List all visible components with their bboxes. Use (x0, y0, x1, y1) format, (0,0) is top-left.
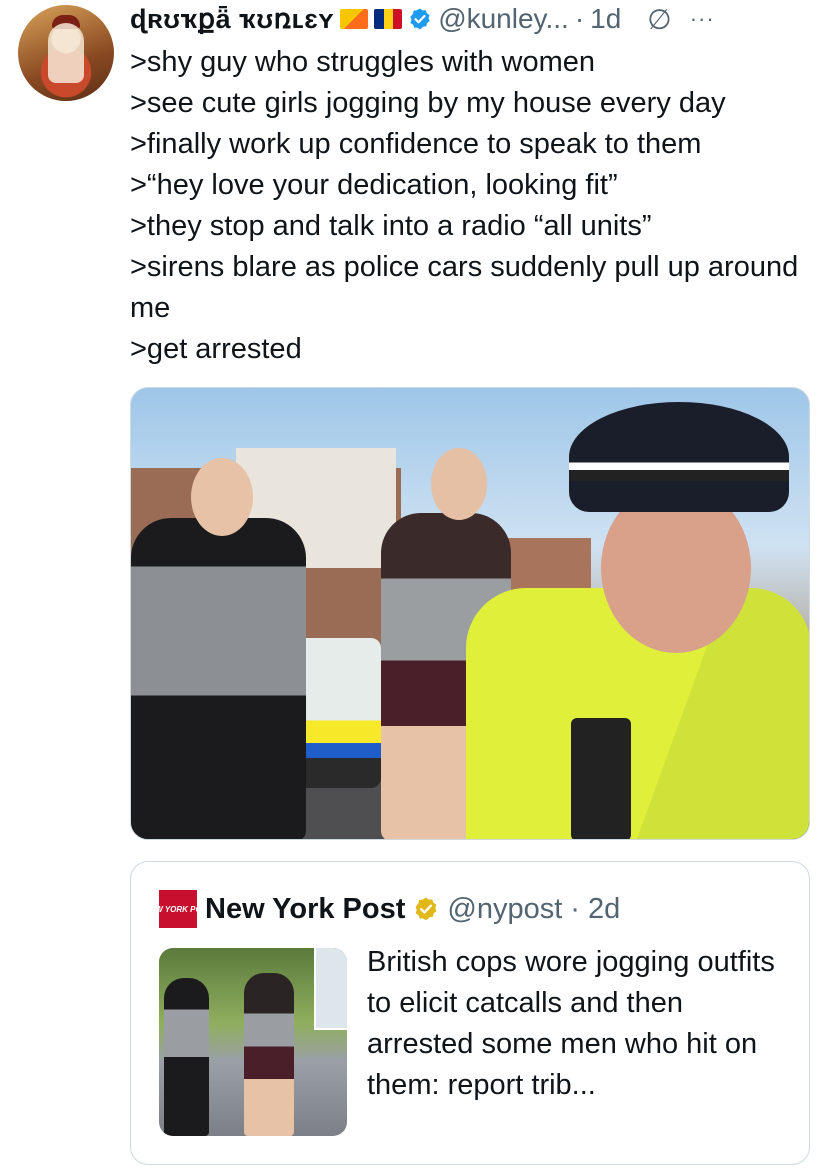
thumb-jogger-left-shape (164, 978, 209, 1136)
jogger-left-head-shape (191, 458, 253, 536)
post-text-line: >see cute girls jogging by my house ever… (130, 87, 726, 119)
quoted-post-thumbnail[interactable] (159, 948, 347, 1136)
post-text: >shy guy who struggles with women >see c… (130, 42, 810, 370)
radio-shape (571, 718, 631, 839)
post-header: ɖʀʊҡքǟ ҡʊռʟɛʏ @kunley... · 1d ∅ ··· (130, 2, 715, 36)
post-text-line: >shy guy who struggles with women (130, 46, 596, 78)
post-text-line: >get arrested (130, 333, 302, 365)
author-name[interactable]: ɖʀʊҡքǟ ҡʊռʟɛʏ (130, 4, 334, 35)
author-avatar[interactable] (18, 5, 114, 101)
quoted-post-time[interactable]: 2d (588, 893, 620, 926)
avatar-figure-shape (48, 23, 84, 83)
post-text-line: >sirens blare as police cars suddenly pu… (130, 251, 799, 324)
author-handle[interactable]: @kunley... (438, 3, 569, 35)
no-edit-icon: ∅ (647, 3, 672, 35)
romania-flag-icon (374, 9, 403, 29)
quoted-post-header: NEW YORK POST New York Post @nypost · 2d (144, 890, 620, 928)
post-text-line: >finally work up confidence to speak to … (130, 128, 702, 160)
more-options-icon[interactable]: ··· (690, 6, 715, 32)
post-time[interactable]: 1d (590, 3, 621, 35)
quoted-author-name[interactable]: New York Post (205, 893, 405, 926)
thumb-inset-officer-shape (314, 948, 347, 1030)
quoted-author-handle[interactable]: @nypost (447, 893, 562, 926)
post-text-line: >“hey love your dedication, looking fit” (130, 169, 618, 201)
gold-verified-badge-icon (415, 897, 437, 921)
jogger-left-shape (131, 518, 306, 839)
separator-dot: · (570, 892, 580, 925)
verified-badge-icon (410, 8, 430, 30)
thumb-jogger-middle-shape (244, 973, 294, 1136)
post-media-image[interactable] (130, 387, 810, 840)
quoted-post-card[interactable]: NEW YORK POST New York Post @nypost · 2d… (130, 861, 810, 1165)
jogger-middle-head-shape (431, 448, 487, 520)
police-cap-shape (569, 402, 789, 512)
separator-dot: · (574, 3, 585, 34)
nypost-logo-icon: NEW YORK POST (144, 890, 212, 928)
post-text-line: >they stop and talk into a radio “all un… (130, 210, 652, 242)
quoted-post-text: British cops wore jogging outfits to eli… (367, 946, 775, 1101)
bhutan-flag-icon (340, 9, 369, 29)
